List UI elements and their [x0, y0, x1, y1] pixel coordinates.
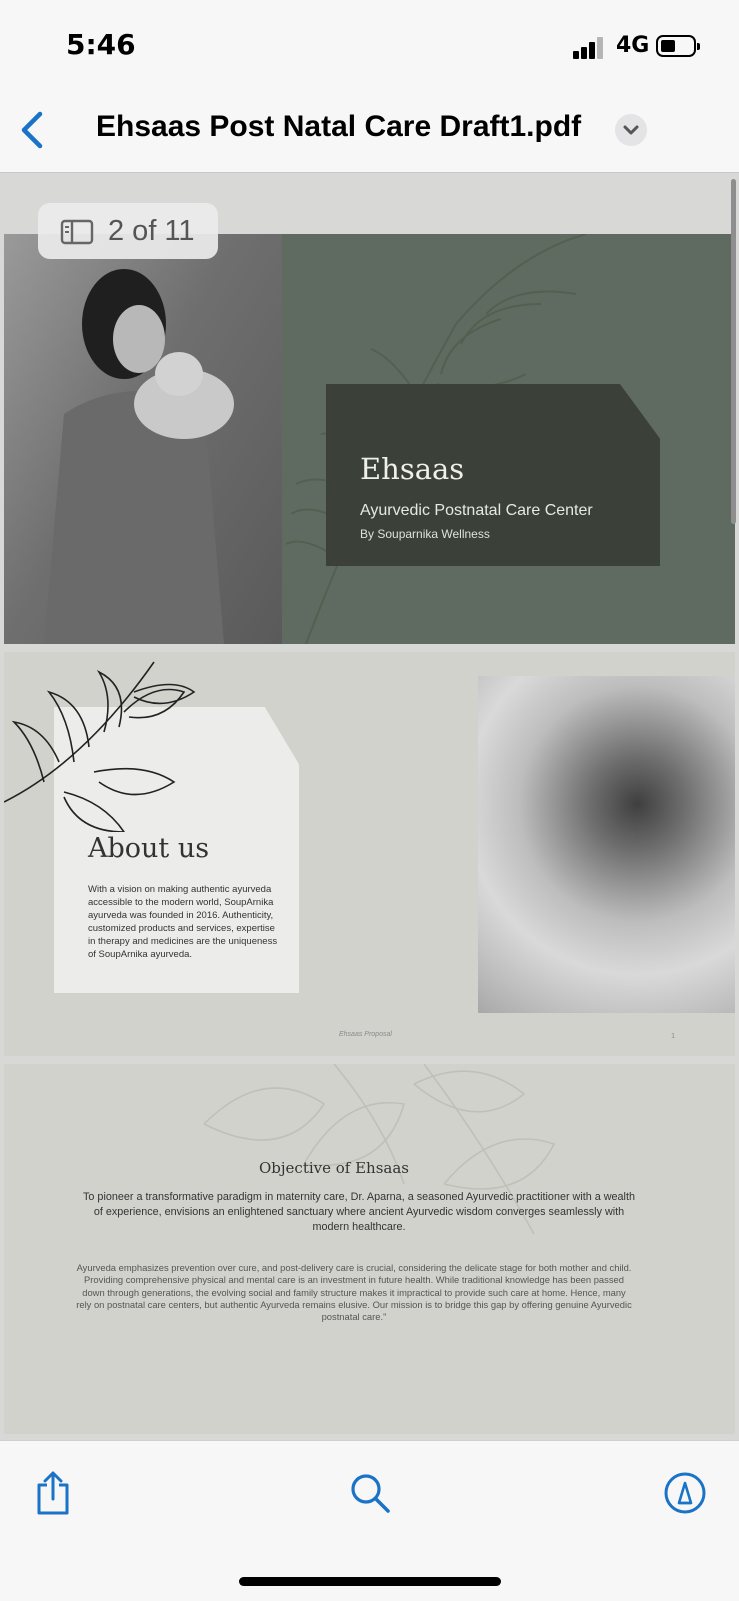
search-icon [351, 1474, 390, 1513]
markup-button[interactable] [663, 1471, 707, 1520]
ginkgo-branch-illustration [4, 661, 196, 832]
document-title: Ehsaas Post Natal Care Draft1.pdf [96, 110, 582, 143]
home-indicator[interactable] [239, 1577, 501, 1586]
back-button[interactable] [14, 108, 54, 152]
battery-icon [656, 35, 700, 57]
page-indicator-label: 2 of 11 [108, 215, 195, 247]
chevron-left-icon [21, 111, 43, 149]
slide-title: Ehsaas [360, 452, 465, 486]
pdf-page-objective: Objective of Ehsaas To pioneer a transfo… [4, 1064, 735, 1434]
markup-icon [664, 1472, 706, 1514]
pdf-viewer[interactable]: Ehsaas Ayurvedic Postnatal Care Center B… [0, 173, 739, 1440]
slide-byline: By Souparnika Wellness [360, 527, 490, 541]
about-heading: About us [88, 833, 210, 864]
title-menu-button[interactable] [615, 114, 647, 146]
page-number: 1 [671, 1033, 675, 1040]
share-button[interactable] [33, 1469, 73, 1522]
status-time: 5:46 [66, 28, 136, 61]
chevron-down-icon [623, 125, 639, 135]
sidebar-icon [60, 219, 94, 245]
bottom-toolbar [0, 1440, 739, 1601]
pdf-page-title-slide: Ehsaas Ayurvedic Postnatal Care Center B… [4, 234, 735, 644]
cellular-signal-icon [573, 37, 605, 59]
page-indicator[interactable]: 2 of 11 [38, 203, 218, 259]
title-card: Ehsaas Ayurvedic Postnatal Care Center B… [326, 384, 660, 566]
navigation-bar: Ehsaas Post Natal Care Draft1.pdf [0, 90, 739, 173]
objective-paragraph-2: Ayurveda emphasizes prevention over cure… [76, 1262, 632, 1323]
slide-subtitle: Ayurvedic Postnatal Care Center [360, 502, 593, 519]
search-button[interactable] [348, 1471, 392, 1520]
network-type: 4G [616, 33, 650, 58]
page-footer: Ehsaas Proposal [339, 1031, 392, 1038]
scrollbar[interactable] [731, 179, 736, 524]
pdf-page-about: About us With a vision on making authent… [4, 652, 735, 1056]
chrysanthemum-photo [478, 676, 735, 1013]
mother-baby-photo [4, 234, 282, 644]
status-bar: 5:46 4G [0, 0, 739, 90]
share-icon [37, 1471, 69, 1515]
objective-paragraph-1: To pioneer a transformative paradigm in … [83, 1191, 635, 1233]
objective-heading: Objective of Ehsaas [258, 1159, 409, 1177]
about-body: With a vision on making authentic ayurve… [88, 884, 278, 960]
